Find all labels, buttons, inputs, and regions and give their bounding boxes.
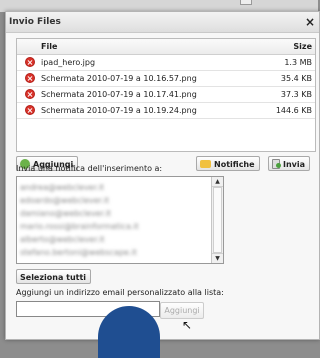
invia-label: Invia <box>283 160 306 169</box>
file-name: Schermata 2010-07-19 a 10.19.24.png <box>41 106 197 115</box>
list-item[interactable]: mario.rossi@brainformatica.it <box>20 222 139 231</box>
files-header: File Size <box>17 39 315 55</box>
scroll-down-icon[interactable]: ▼ <box>212 253 223 263</box>
size-column-header: Size <box>293 42 312 51</box>
file-size: 1.3 MB <box>284 58 312 67</box>
scroll-thumb[interactable] <box>213 187 222 253</box>
file-name: ipad_hero.jpg <box>41 58 96 67</box>
remove-icon[interactable]: × <box>25 73 35 83</box>
table-row: × Schermata 2010-07-19 a 10.19.24.png 14… <box>17 103 315 119</box>
email-list[interactable]: andrea@webclever.it edoardo@webclever.it… <box>16 176 224 264</box>
notify-prompt: Invia una notifica dell'inserimento a: <box>16 164 163 173</box>
file-size: 144.6 KB <box>275 106 312 115</box>
add-email-button[interactable]: Aggiungi <box>160 302 204 319</box>
invio-files-dialog: Invio Files × File Size × ipad_hero.jpg … <box>5 11 320 358</box>
file-column-header: File <box>41 42 58 51</box>
notifiche-label: Notifiche <box>214 160 255 169</box>
send-icon <box>272 158 281 169</box>
mouse-cursor-icon: ↖ <box>182 318 193 332</box>
list-item[interactable]: stefano.bertoni@webscape.it <box>20 248 137 257</box>
file-size: 37.3 KB <box>280 90 312 99</box>
table-row: × ipad_hero.jpg 1.3 MB <box>17 55 315 71</box>
notification-icon <box>200 159 211 168</box>
files-table: File Size × ipad_hero.jpg 1.3 MB × Scher… <box>16 38 316 152</box>
list-item[interactable]: damiano@webclever.it <box>20 209 111 218</box>
scroll-up-icon[interactable]: ▲ <box>212 177 223 187</box>
dialog-title: Invio Files <box>9 17 61 27</box>
remove-icon[interactable]: × <box>25 57 35 67</box>
remove-icon[interactable]: × <box>25 105 35 115</box>
invia-button[interactable]: Invia <box>268 156 311 171</box>
select-all-button[interactable]: Seleziona tutti <box>16 269 92 284</box>
close-icon[interactable]: × <box>305 15 315 29</box>
list-item[interactable]: alberto@webclever.it <box>20 235 105 244</box>
background-icon <box>240 0 252 5</box>
list-item[interactable]: andrea@webclever.it <box>20 183 104 192</box>
list-item[interactable]: edoardo@webclever.it <box>20 196 109 205</box>
table-row: × Schermata 2010-07-19 a 10.17.41.png 37… <box>17 87 315 103</box>
file-name: Schermata 2010-07-19 a 10.16.57.png <box>41 74 197 83</box>
email-list-scrollbar[interactable]: ▲ ▼ <box>211 177 223 263</box>
add-email-label: Aggiungi <box>164 306 200 315</box>
select-all-label: Seleziona tutti <box>20 273 87 282</box>
table-row: × Schermata 2010-07-19 a 10.16.57.png 35… <box>17 71 315 87</box>
notifiche-button[interactable]: Notifiche <box>196 156 260 171</box>
add-email-prompt: Aggiungi un indirizzo email personalizza… <box>16 288 224 297</box>
remove-icon[interactable]: × <box>25 89 35 99</box>
file-size: 35.4 KB <box>280 74 312 83</box>
dialog-titlebar: Invio Files × <box>6 12 319 33</box>
file-name: Schermata 2010-07-19 a 10.17.41.png <box>41 90 197 99</box>
